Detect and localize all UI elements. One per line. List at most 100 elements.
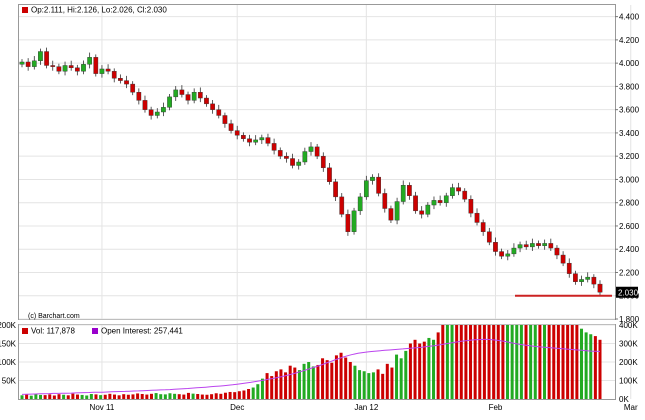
price-and-volume-chart: 4.400 4.200 4.000 3.800 3.600 3.400 3.200 3.000… — [0, 4, 640, 412]
price-tick-label: 2.200 — [619, 268, 640, 277]
volume-bar — [575, 325, 579, 399]
candle-body — [161, 107, 166, 113]
candle-body — [548, 243, 554, 249]
volume-bar — [584, 332, 588, 399]
volume-bar — [112, 394, 116, 399]
time-axis-ticks: Nov 11DecJan 12FebMarApr — [90, 403, 638, 412]
volume-bar — [80, 394, 84, 399]
volume-bar — [182, 394, 186, 399]
volume-bar — [205, 394, 209, 399]
volume-bar — [265, 373, 269, 399]
price-tick-label: 2.400 — [619, 245, 640, 254]
open-interest-axis-ticks: 400K300K200K100K0K — [619, 321, 638, 404]
price-tick-label: 3.800 — [619, 82, 640, 91]
volume-bar — [432, 339, 436, 399]
candle-body — [376, 176, 381, 194]
volume-bar — [159, 394, 163, 399]
price-tick-label: 3.000 — [619, 175, 640, 184]
volume-bar — [473, 325, 477, 399]
volume-legend: Vol: 117,878 — [31, 327, 75, 336]
volume-bar — [418, 343, 422, 399]
volume-bar — [196, 394, 200, 399]
volume-bar — [260, 378, 264, 399]
price-tick-label: 4.400 — [619, 13, 640, 22]
volume-bar — [445, 325, 449, 399]
volume-tick-label: 200K — [0, 321, 17, 330]
candle-body — [413, 195, 418, 212]
candle-body — [357, 196, 363, 212]
volume-bar — [85, 395, 89, 399]
volume-bar — [297, 370, 301, 399]
volume-bar — [404, 350, 408, 399]
volume-bar — [524, 325, 528, 399]
volume-bar — [279, 369, 283, 399]
volume-bar — [371, 372, 375, 399]
volume-bar — [552, 325, 556, 399]
volume-bar — [334, 355, 338, 399]
volume-bar — [25, 394, 29, 399]
candle-body — [333, 181, 338, 198]
volume-bar — [566, 325, 570, 399]
volume-bar — [43, 395, 47, 399]
volume-bar — [362, 371, 366, 399]
volume-bar — [311, 366, 315, 399]
time-tick-label: Nov 11 — [90, 403, 115, 412]
volume-bar — [501, 325, 505, 399]
candle-body — [320, 155, 326, 169]
candle-body — [136, 92, 142, 101]
volume-bar — [293, 367, 297, 399]
volume-bar — [455, 325, 459, 399]
volume-bar — [427, 337, 431, 399]
volume-bar — [57, 394, 61, 399]
volume-bar — [233, 392, 237, 399]
volume-bar — [307, 362, 311, 399]
volume-axis-ticks: 200K 150K 100K 50K — [0, 321, 17, 386]
candle-body — [493, 242, 498, 252]
candle-body — [456, 187, 461, 192]
open-interest-legend: Open Interest: 257,441 — [101, 327, 183, 336]
volume-bar — [29, 395, 33, 399]
candle-body — [591, 276, 597, 285]
candle-body — [284, 155, 289, 159]
volume-bar — [422, 341, 426, 399]
volume-bar — [399, 358, 403, 399]
volume-bar — [71, 393, 75, 399]
time-tick-label: Feb — [489, 403, 503, 412]
volume-bar — [385, 363, 389, 399]
volume-bar — [52, 395, 56, 399]
volume-bar — [580, 328, 584, 399]
candle-body — [351, 210, 357, 232]
volume-bar — [274, 371, 278, 399]
volume-bar — [173, 393, 177, 399]
volume-bar — [117, 395, 121, 399]
candle-body — [247, 138, 252, 143]
candle-body — [87, 57, 92, 65]
volume-bar — [478, 325, 482, 399]
volume-bar — [89, 394, 93, 399]
candle-body — [314, 146, 320, 157]
candle-body — [210, 103, 215, 110]
candle-body — [419, 210, 425, 215]
volume-bar — [140, 394, 144, 399]
candle-body — [81, 64, 86, 72]
volume-tick-label: 50K — [2, 377, 17, 386]
candle-body — [25, 61, 31, 67]
volume-bar — [339, 352, 343, 399]
candle-body — [290, 158, 295, 166]
price-tick-label: 4.000 — [619, 59, 640, 68]
candle-body — [93, 57, 99, 74]
volume-bar — [390, 367, 394, 399]
candle-body — [19, 61, 25, 65]
candle-body — [400, 185, 406, 202]
candle-body — [394, 201, 400, 221]
candle-body — [44, 51, 49, 66]
volume-bar — [325, 360, 329, 399]
volume-bar — [408, 343, 412, 399]
volume-bar — [200, 394, 204, 399]
candle-body — [173, 89, 179, 98]
volume-bar — [358, 370, 362, 399]
candle-body — [579, 279, 584, 282]
candle-body — [517, 244, 523, 249]
candle-body — [363, 180, 369, 198]
volume-bar — [593, 336, 597, 399]
